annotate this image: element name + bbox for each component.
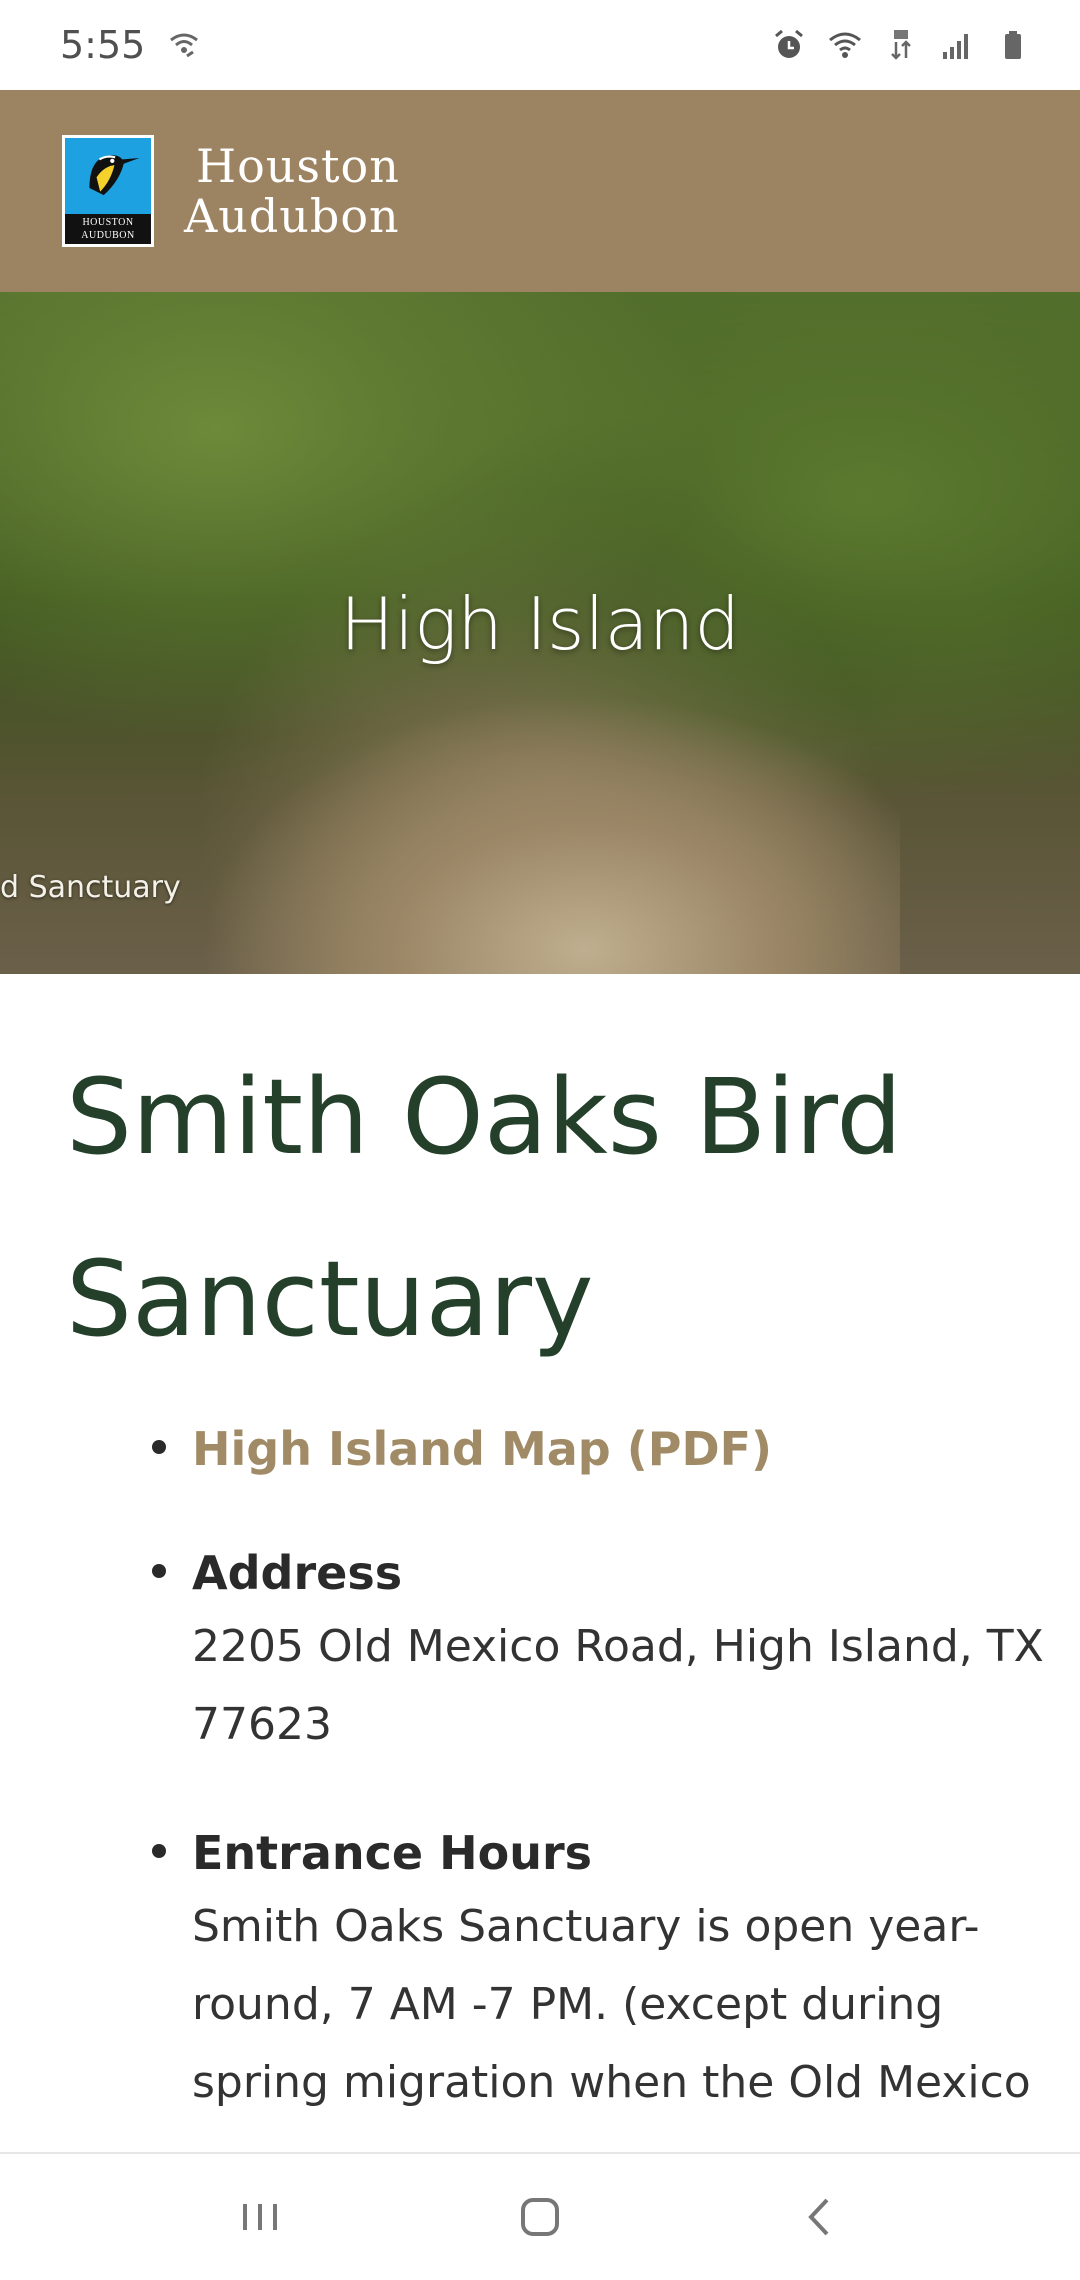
battery-icon: [1005, 31, 1021, 59]
logo-badge-bottom: AUDUBON: [81, 230, 135, 241]
bullet: [152, 1564, 166, 1578]
status-left: 5:55: [60, 23, 201, 67]
site-name-line1: Houston: [196, 139, 400, 193]
page-title: Smith Oaks Bird Sanctuary: [66, 1056, 903, 1360]
back-icon: [808, 2198, 829, 2236]
screen: 5:55 HOUSTON AUDUBON Houston Audubon Hig…: [0, 0, 1080, 2280]
hero-trail: [200, 694, 900, 974]
map-pdf-link[interactable]: High Island Map (PDF): [192, 1422, 772, 1476]
system-nav-bar: [0, 2152, 1080, 2280]
address-heading: Address: [192, 1546, 403, 1600]
wifi-icon: [829, 32, 861, 58]
list-item-hours: Entrance Hours Smith Oaks Sanctuary is o…: [66, 1818, 1080, 2122]
status-right: [772, 28, 1030, 62]
main-content: Smith Oaks Bird Sanctuary High Island Ma…: [0, 974, 1080, 2176]
list-item-map: High Island Map (PDF): [66, 1414, 1080, 1484]
site-header: HOUSTON AUDUBON Houston Audubon: [0, 90, 1080, 292]
home-icon: [521, 2198, 559, 2236]
home-button[interactable]: [500, 2177, 580, 2257]
recents-icon: [243, 2204, 277, 2230]
recents-button[interactable]: [220, 2177, 300, 2257]
hero-sign-text: d Sanctuary: [0, 870, 181, 905]
alarm-icon: [775, 29, 803, 58]
address-text: 2205 Old Mexico Road, High Island, TX 77…: [192, 1621, 1044, 1750]
status-time: 5:55: [60, 23, 146, 67]
back-button[interactable]: [780, 2177, 860, 2257]
wifi-calling-icon: [170, 33, 199, 58]
list-item-address: Address 2205 Old Mexico Road, High Islan…: [66, 1538, 1080, 1764]
info-list: High Island Map (PDF) Address 2205 Old M…: [66, 1414, 1080, 2122]
signal-icon: [943, 34, 968, 59]
logo-badge-top: HOUSTON: [82, 217, 134, 228]
site-name[interactable]: Houston Audubon: [184, 141, 400, 241]
data-4g-icon: [891, 30, 911, 60]
logo-badge: HOUSTON AUDUBON: [65, 214, 151, 244]
hero-title: High Island: [339, 582, 741, 666]
hero-banner: High Island d Sanctuary: [0, 292, 1080, 974]
logo[interactable]: HOUSTON AUDUBON: [62, 135, 154, 247]
bullet: [152, 1844, 166, 1858]
bullet: [152, 1440, 166, 1454]
hours-heading: Entrance Hours: [192, 1826, 593, 1880]
site-name-line2: Audubon: [184, 189, 400, 243]
hours-text: Smith Oaks Sanctuary is open year-round,…: [192, 1901, 1031, 2108]
status-bar: 5:55: [0, 0, 1080, 90]
bird-logo-icon: [89, 155, 140, 196]
